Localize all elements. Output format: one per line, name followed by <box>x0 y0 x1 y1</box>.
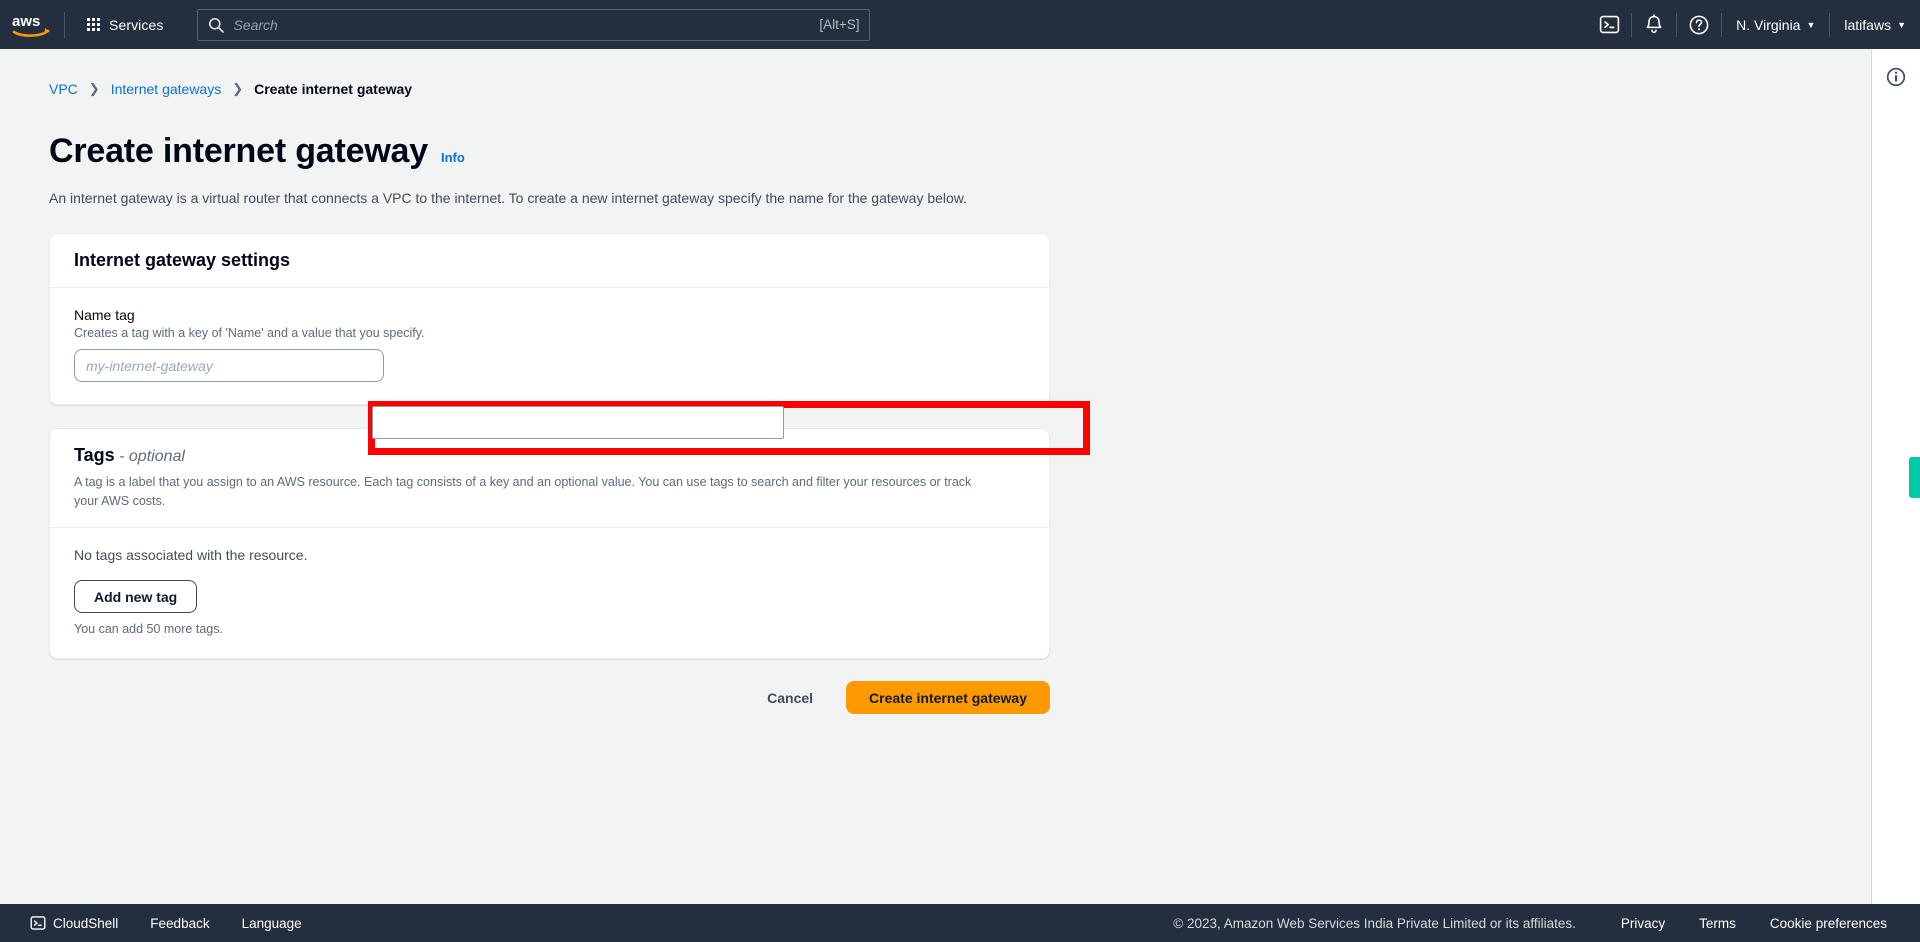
account-label: latifaws <box>1844 16 1892 33</box>
chevron-down-icon: ▼ <box>1806 20 1816 30</box>
help-panel-toggle[interactable] <box>1877 58 1915 96</box>
name-tag-input[interactable] <box>74 349 384 382</box>
settings-card-header: Internet gateway settings <box>50 234 1049 288</box>
footer-cloudshell-button[interactable]: CloudShell <box>14 904 134 942</box>
footer-feedback-label: Feedback <box>150 915 210 931</box>
footer-right-group: © 2023, Amazon Web Services India Privat… <box>1173 904 1920 942</box>
account-menu[interactable]: latifaws ▼ <box>1830 0 1920 49</box>
tags-card-description: A tag is a label that you assign to an A… <box>74 475 972 508</box>
create-internet-gateway-button[interactable]: Create internet gateway <box>846 681 1050 714</box>
feedback-tab[interactable] <box>1909 457 1920 498</box>
chevron-down-icon: ▼ <box>1897 20 1906 30</box>
services-menu-button[interactable]: Services <box>75 9 175 41</box>
footer-left-group: CloudShell Feedback Language <box>0 904 318 942</box>
tags-limit-note: You can add 50 more tags. <box>74 622 223 636</box>
region-selector[interactable]: N. Virginia ▼ <box>1722 0 1829 49</box>
search-input[interactable] <box>233 16 820 33</box>
help-button[interactable] <box>1677 0 1721 49</box>
footer-bar: CloudShell Feedback Language © 2023, Ama… <box>0 904 1920 942</box>
breadcrumb-item-vpc[interactable]: VPC <box>49 81 78 97</box>
search-shortcut-hint: [Alt+S] <box>819 17 860 32</box>
grid-icon <box>87 18 100 31</box>
nav-divider <box>64 11 65 38</box>
footer-cloudshell-label: CloudShell <box>53 915 119 931</box>
footer-language-button[interactable]: Language <box>226 904 318 942</box>
settings-card-body: Name tag Creates a tag with a key of 'Na… <box>50 288 1049 404</box>
tags-card-title-optional: - optional <box>114 448 185 465</box>
search-icon <box>209 17 225 33</box>
footer-feedback-button[interactable]: Feedback <box>134 904 225 942</box>
tags-card-header: Tags - optional A tag is a label that yo… <box>50 429 1049 528</box>
tags-empty-message: No tags associated with the resource. <box>74 547 308 563</box>
name-tag-hint: Creates a tag with a key of 'Name' and a… <box>74 326 425 340</box>
annotation-inner-field <box>372 406 784 439</box>
footer-cookie-preferences-link[interactable]: Cookie preferences <box>1753 904 1904 942</box>
aws-logo-icon: aws <box>12 13 50 37</box>
notifications-button[interactable] <box>1632 0 1676 49</box>
cloudshell-icon <box>30 916 46 930</box>
region-label: N. Virginia <box>1736 16 1801 33</box>
breadcrumb-separator-icon: ❯ <box>88 81 100 96</box>
name-tag-label: Name tag <box>74 307 135 323</box>
breadcrumb-item-current: Create internet gateway <box>254 81 413 97</box>
global-search-box[interactable]: [Alt+S] <box>197 8 871 41</box>
form-actions: Cancel Create internet gateway <box>49 681 1050 714</box>
page-title: Create internet gateway <box>49 132 428 170</box>
footer-language-label: Language <box>241 915 302 931</box>
breadcrumb-separator-icon: ❯ <box>232 81 244 96</box>
tags-card-title-main: Tags <box>74 445 115 465</box>
settings-card-title: Internet gateway settings <box>74 250 291 270</box>
question-mark-icon <box>1689 15 1709 34</box>
info-circle-icon <box>1886 67 1906 87</box>
add-new-tag-button[interactable]: Add new tag <box>74 580 198 613</box>
footer-privacy-link[interactable]: Privacy <box>1604 904 1682 942</box>
breadcrumb-item-internet-gateways[interactable]: Internet gateways <box>111 81 222 97</box>
tags-card: Tags - optional A tag is a label that yo… <box>49 428 1050 659</box>
footer-copyright: © 2023, Amazon Web Services India Privat… <box>1173 915 1576 931</box>
cloudshell-icon <box>1599 15 1619 34</box>
page-header: Create internet gateway Info <box>49 132 1871 171</box>
top-nav-right-group: N. Virginia ▼ latifaws ▼ <box>1587 0 1920 49</box>
cloudshell-button[interactable] <box>1587 0 1631 49</box>
svg-text:aws: aws <box>12 13 40 30</box>
cancel-button[interactable]: Cancel <box>747 681 833 714</box>
page-info-link[interactable]: Info <box>441 150 465 165</box>
footer-terms-link[interactable]: Terms <box>1682 904 1753 942</box>
internet-gateway-settings-card: Internet gateway settings Name tag Creat… <box>49 233 1050 405</box>
tags-card-body: No tags associated with the resource. Ad… <box>50 528 1049 658</box>
aws-logo[interactable]: aws <box>0 0 62 49</box>
bell-icon <box>1646 14 1662 34</box>
tags-card-title: Tags - optional <box>74 445 1029 466</box>
services-menu-label: Services <box>109 16 164 33</box>
page-description: An internet gateway is a virtual router … <box>49 190 968 206</box>
top-navigation-bar: aws Services [Alt+S] <box>0 0 1920 49</box>
breadcrumb: VPC ❯ Internet gateways ❯ Create interne… <box>49 79 1871 99</box>
main-content-area: VPC ❯ Internet gateways ❯ Create interne… <box>0 49 1871 904</box>
